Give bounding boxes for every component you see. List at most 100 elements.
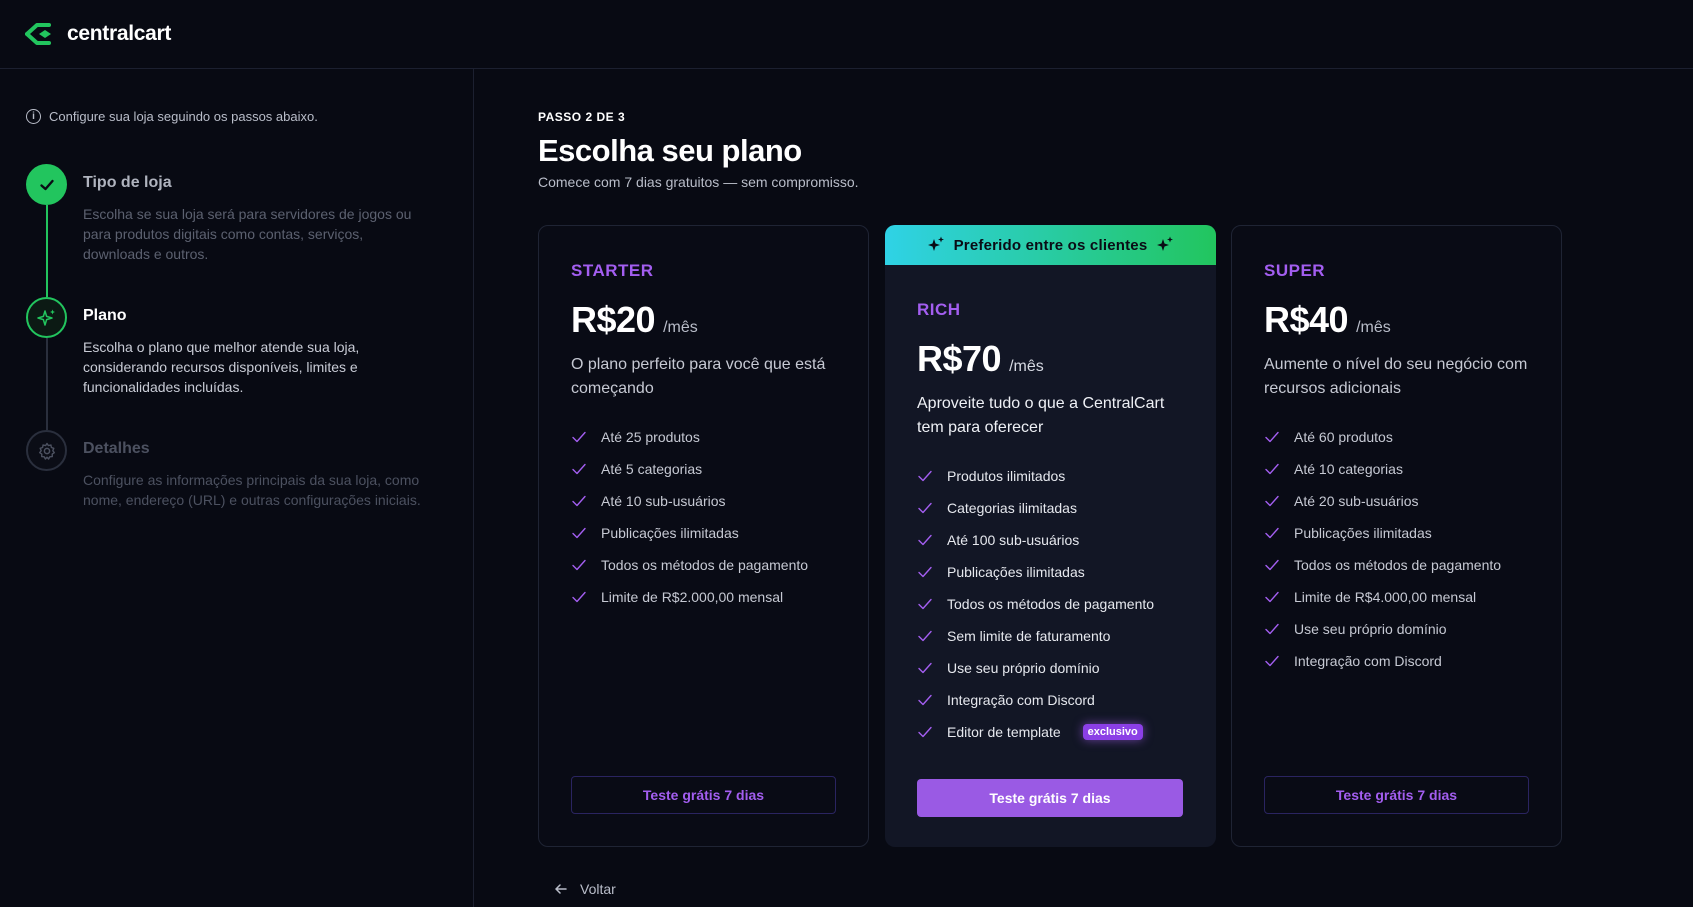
feature-text: Produtos ilimitados — [947, 468, 1066, 484]
check-icon — [918, 470, 932, 482]
feature-text: Até 25 produtos — [601, 429, 700, 445]
feature-text: Até 5 categorias — [601, 461, 703, 477]
check-icon — [918, 630, 932, 642]
feature-item: Publicações ilimitadas — [1264, 517, 1529, 549]
plan-card-super: SUPER R$40 /mês Aumente o nível do seu n… — [1231, 225, 1562, 847]
step-description: Configure as informações principais da s… — [83, 472, 421, 508]
plan-card-starter: STARTER R$20 /mês O plano perfeito para … — [538, 225, 869, 847]
feature-item: Até 5 categorias — [571, 453, 836, 485]
feature-text: Publicações ilimitadas — [601, 525, 739, 541]
feature-text: Integração com Discord — [947, 692, 1095, 708]
feature-item: Use seu próprio domínio — [1264, 613, 1529, 645]
logo[interactable]: centralcart — [25, 22, 171, 46]
plan-price: R$40 — [1264, 299, 1349, 340]
feature-item: Todos os métodos de pagamento — [1264, 549, 1529, 581]
check-icon — [918, 534, 932, 546]
feature-item: Integração com Discord — [917, 684, 1184, 716]
check-icon — [572, 495, 586, 507]
feature-text: Use seu próprio domínio — [1294, 621, 1447, 637]
step-title: Plano — [83, 307, 127, 324]
sparkles-icon — [36, 309, 55, 326]
plan-name: RICH — [917, 300, 961, 319]
start-trial-super-button[interactable]: Teste grátis 7 dias — [1264, 776, 1529, 814]
feature-text: Sem limite de faturamento — [947, 628, 1111, 644]
plan-price: R$20 — [571, 299, 656, 340]
feature-text: Todos os métodos de pagamento — [1294, 557, 1502, 573]
feature-item: Limite de R$4.000,00 mensal — [1264, 581, 1529, 613]
feature-text: Publicações ilimitadas — [1294, 525, 1432, 541]
feature-item: Até 25 produtos — [571, 421, 836, 453]
feature-text: Até 60 produtos — [1294, 429, 1393, 445]
feature-text: Todos os métodos de pagamento — [947, 596, 1155, 612]
step-indicator: PASSO 2 DE 3 — [538, 110, 626, 124]
feature-item: Todos os métodos de pagamento — [917, 588, 1184, 620]
check-icon — [1265, 655, 1279, 667]
feature-item: Até 60 produtos — [1264, 421, 1529, 453]
check-icon — [572, 463, 586, 475]
page-subtitle: Comece com 7 dias gratuitos — sem compro… — [538, 174, 859, 190]
plan-description: Aproveite tudo o que a CentralCart tem p… — [917, 395, 1165, 436]
brand-name: centralcart — [67, 22, 172, 45]
check-icon — [572, 431, 586, 443]
preferred-banner: Preferido entre os clientes — [885, 225, 1216, 265]
setup-sidebar: i Configure sua loja seguindo os passos … — [0, 69, 474, 907]
check-icon — [1265, 431, 1279, 443]
setup-hint-text: Configure sua loja seguindo os passos ab… — [49, 109, 318, 124]
start-trial-rich-button[interactable]: Teste grátis 7 dias — [917, 779, 1183, 817]
back-label: Voltar — [580, 881, 616, 897]
feature-text: Categorias ilimitadas — [947, 500, 1077, 516]
check-icon — [572, 591, 586, 603]
step-connector — [46, 338, 48, 430]
feature-text: Use seu próprio domínio — [947, 660, 1100, 676]
page-title: Escolha seu plano — [538, 133, 802, 168]
banner-text: Preferido entre os clientes — [953, 236, 1148, 254]
plan-name: SUPER — [1264, 261, 1326, 280]
check-icon — [918, 694, 932, 706]
feature-item: Use seu próprio domínio — [917, 652, 1184, 684]
plan-period: /mês — [663, 319, 698, 336]
feature-item: Limite de R$2.000,00 mensal — [571, 581, 836, 613]
step-details: Detalhes Configure as informações princi… — [26, 430, 447, 543]
plan-price: R$70 — [917, 338, 1002, 379]
plan-description: O plano perfeito para você que está come… — [571, 356, 826, 397]
feature-item: Até 10 sub-usuários — [571, 485, 836, 517]
plan-period: /mês — [1356, 319, 1391, 336]
price-row: R$70 /mês — [917, 338, 1184, 380]
feature-text: Até 100 sub-usuários — [947, 532, 1080, 548]
step-title: Tipo de loja — [83, 174, 172, 191]
step-title: Detalhes — [83, 440, 150, 457]
plan-card-rich: Preferido entre os clientes RICH R$70 /m… — [885, 225, 1216, 847]
check-icon — [39, 179, 54, 190]
feature-item: Até 100 sub-usuários — [917, 524, 1184, 556]
feature-text: Integração com Discord — [1294, 653, 1442, 669]
step-plan: Plano Escolha o plano que melhor atende … — [26, 297, 447, 430]
feature-item: Sem limite de faturamento — [917, 620, 1184, 652]
check-icon — [572, 527, 586, 539]
feature-item: Até 10 categorias — [1264, 453, 1529, 485]
feature-item: Editor de template exclusivo — [917, 716, 1184, 748]
start-trial-starter-button[interactable]: Teste grátis 7 dias — [571, 776, 836, 814]
step-store-type: Tipo de loja Escolha se sua loja será pa… — [26, 164, 447, 297]
feature-list: Produtos ilimitados Categorias ilimitada… — [917, 460, 1184, 748]
setup-hint: i Configure sua loja seguindo os passos … — [26, 109, 447, 124]
price-row: R$20 /mês — [571, 299, 836, 341]
plan-period: /mês — [1009, 358, 1044, 375]
sparkles-icon — [1157, 236, 1174, 251]
check-icon — [572, 559, 586, 571]
check-icon — [1265, 559, 1279, 571]
feature-item: Integração com Discord — [1264, 645, 1529, 677]
back-link[interactable]: Voltar — [554, 881, 616, 897]
plan-name: STARTER — [571, 261, 654, 280]
feature-text: Limite de R$2.000,00 mensal — [601, 589, 784, 605]
check-icon — [1265, 463, 1279, 475]
feature-item: Publicações ilimitadas — [917, 556, 1184, 588]
info-icon: i — [26, 109, 41, 124]
check-icon — [918, 502, 932, 514]
feature-item: Publicações ilimitadas — [571, 517, 836, 549]
feature-item: Todos os métodos de pagamento — [571, 549, 836, 581]
feature-item: Categorias ilimitadas — [917, 492, 1184, 524]
step-done-indicator — [26, 164, 67, 205]
step-active-indicator — [26, 297, 67, 338]
plan-description: Aumente o nível do seu negócio com recur… — [1264, 356, 1528, 397]
check-icon — [918, 726, 932, 738]
